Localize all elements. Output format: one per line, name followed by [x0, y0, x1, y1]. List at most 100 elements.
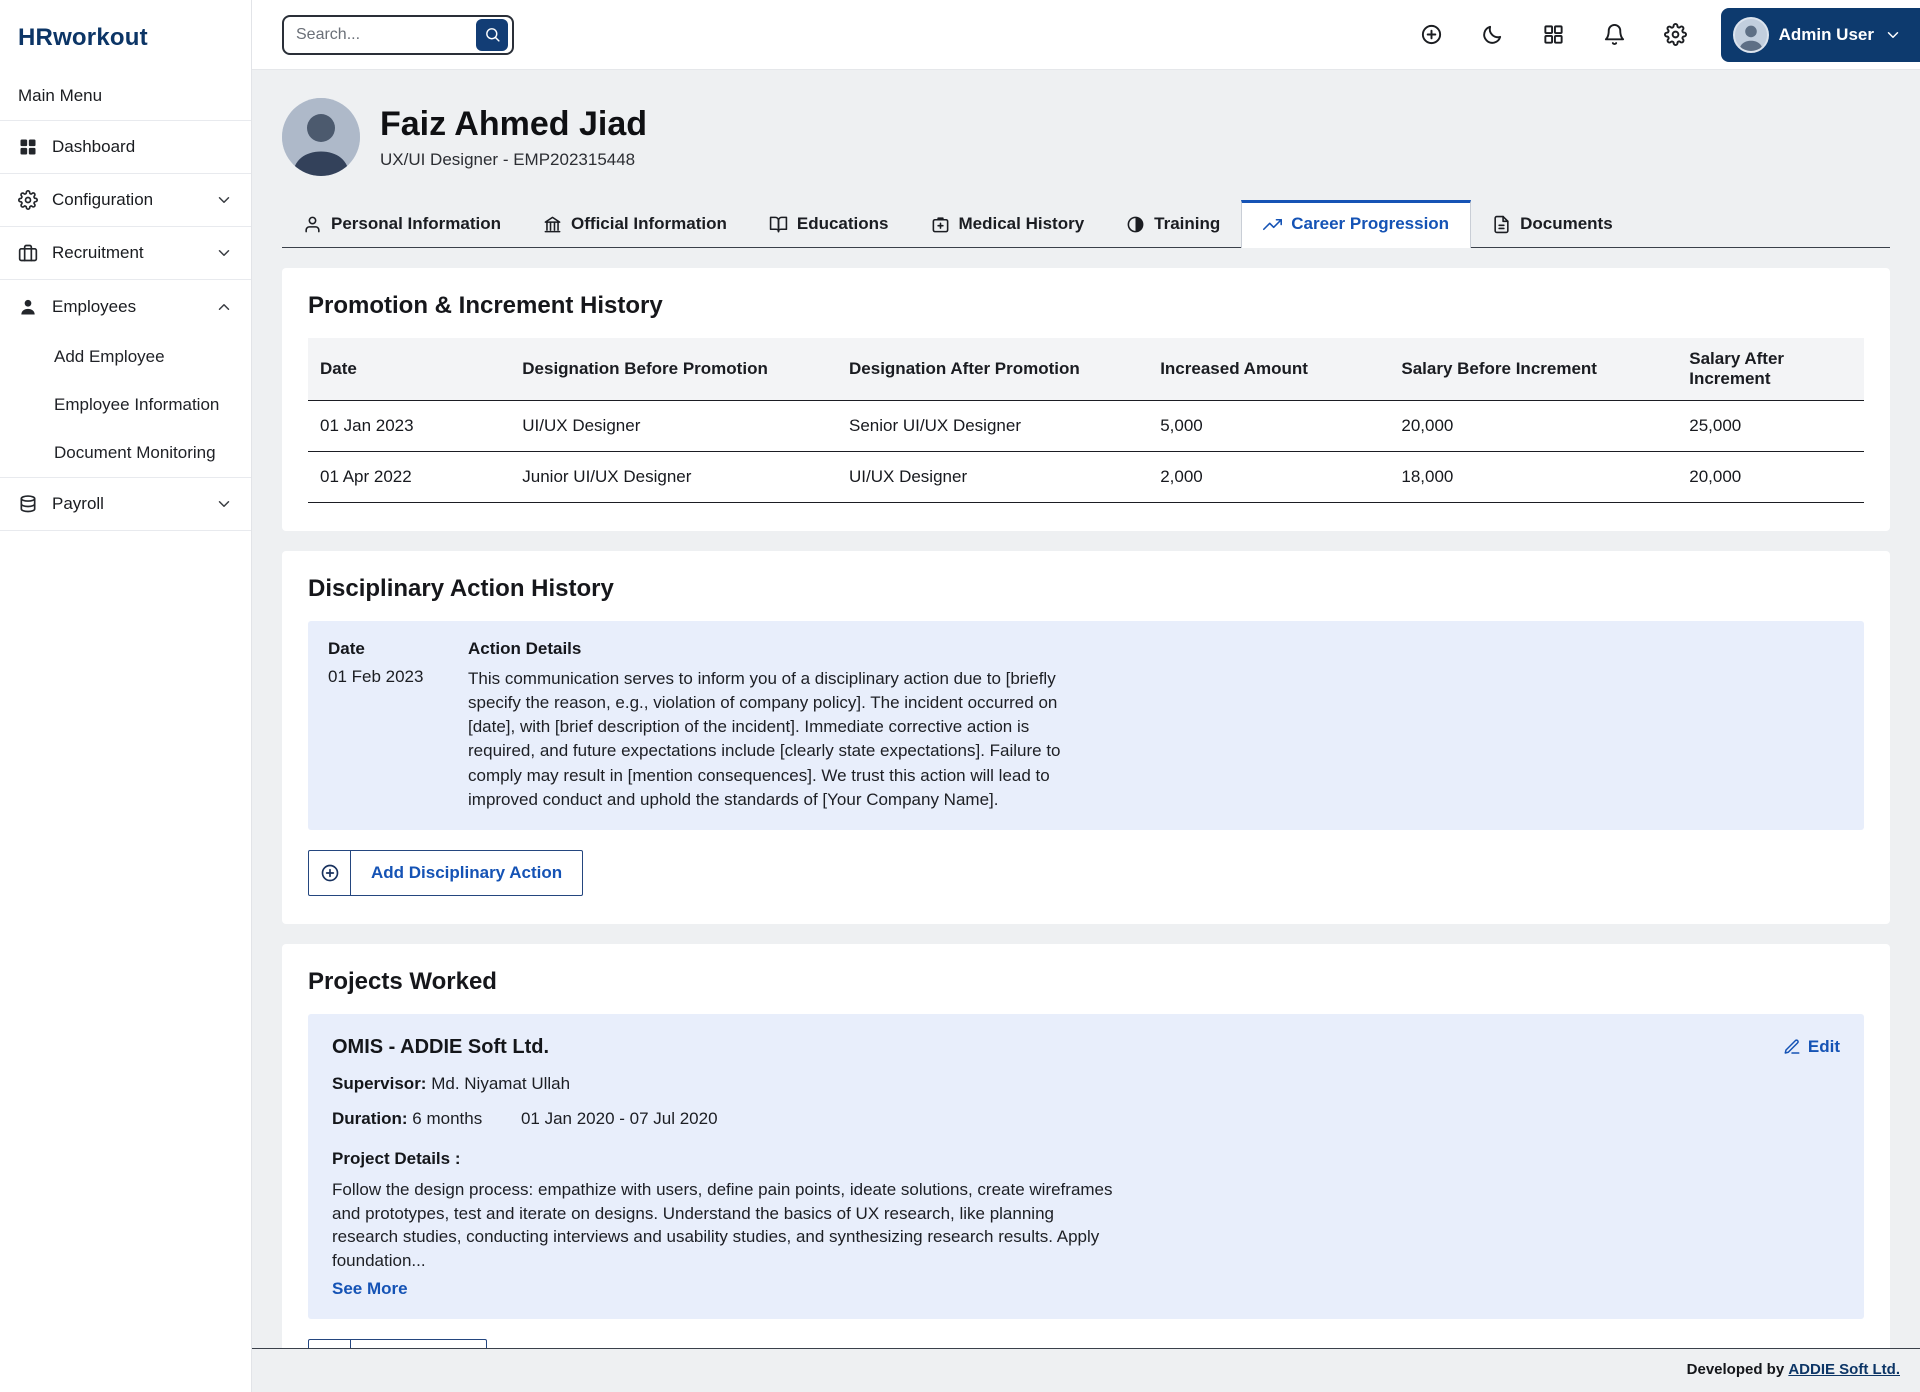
- gear-icon[interactable]: [1664, 23, 1687, 46]
- document-icon: [1492, 215, 1511, 234]
- tab-personal-information[interactable]: Personal Information: [282, 201, 522, 247]
- plus-circle-icon[interactable]: [1420, 23, 1443, 46]
- cell-salary-after: 20,000: [1677, 452, 1864, 503]
- section-title: Promotion & Increment History: [308, 292, 1864, 320]
- sidebar-item-label: Recruitment: [52, 243, 201, 263]
- profile-header: Faiz Ahmed Jiad UX/UI Designer - EMP2023…: [282, 98, 1890, 176]
- duration-label: Duration:: [332, 1109, 408, 1128]
- col-header: Date: [308, 338, 510, 401]
- table-header-row: Date Designation Before Promotion Design…: [308, 338, 1864, 401]
- supervisor-label: Supervisor:: [332, 1074, 426, 1093]
- topbar: Admin User: [252, 0, 1920, 70]
- tab-career-progression[interactable]: Career Progression: [1241, 200, 1471, 248]
- footer-link[interactable]: ADDIE Soft Ltd.: [1788, 1361, 1900, 1378]
- user-icon: [303, 215, 322, 234]
- admin-user-menu[interactable]: Admin User: [1721, 8, 1920, 62]
- sidebar-item-recruitment[interactable]: Recruitment: [0, 227, 251, 280]
- tab-label: Training: [1154, 214, 1220, 234]
- topbar-icons: [1420, 23, 1721, 46]
- tab-medical-history[interactable]: Medical History: [910, 201, 1106, 247]
- chevron-down-icon: [215, 495, 233, 513]
- disc-date-value: 01 Feb 2023: [328, 667, 468, 812]
- profile-tabs: Personal Information Official Informatio…: [282, 200, 1890, 248]
- tab-label: Career Progression: [1291, 214, 1449, 234]
- book-icon: [769, 215, 788, 234]
- medical-kit-icon: [931, 215, 950, 234]
- add-disciplinary-action-button[interactable]: Add Disciplinary Action: [308, 850, 583, 896]
- col-header: Salary Before Increment: [1389, 338, 1677, 401]
- main-column: Admin User Faiz Ahmed Jiad UX/UI Designe…: [252, 0, 1920, 1392]
- sidebar-section-label: Main Menu: [0, 72, 251, 121]
- search-input[interactable]: [296, 26, 476, 44]
- see-more-link[interactable]: See More: [332, 1279, 408, 1299]
- sidebar-item-payroll[interactable]: Payroll: [0, 478, 251, 531]
- pencil-icon: [1783, 1038, 1801, 1056]
- briefcase-icon: [18, 243, 38, 263]
- cell-salary-before: 18,000: [1389, 452, 1677, 503]
- sidebar-item-label: Configuration: [52, 190, 201, 210]
- content-area: Faiz Ahmed Jiad UX/UI Designer - EMP2023…: [252, 70, 1920, 1348]
- col-header: Increased Amount: [1148, 338, 1389, 401]
- project-details-label: Project Details :: [332, 1149, 1840, 1169]
- section-title: Projects Worked: [308, 968, 1864, 996]
- duration-range: 01 Jan 2020 - 07 Jul 2020: [521, 1109, 718, 1128]
- cell-salary-after: 25,000: [1677, 401, 1864, 452]
- bell-icon[interactable]: [1603, 23, 1626, 46]
- table-row: 01 Jan 2023 UI/UX Designer Senior UI/UX …: [308, 401, 1864, 452]
- sidebar-item-configuration[interactable]: Configuration: [0, 174, 251, 227]
- sidebar: HRworkout Main Menu Dashboard Configurat…: [0, 0, 252, 1392]
- trend-up-icon: [1263, 215, 1282, 234]
- button-label: Add Project: [351, 1340, 486, 1348]
- cell-designation-after: Senior UI/UX Designer: [837, 401, 1148, 452]
- sidebar-item-employees[interactable]: Employees: [0, 280, 251, 333]
- project-supervisor-line: Supervisor: Md. Niyamat Ullah: [332, 1074, 1840, 1094]
- promotion-history-card: Promotion & Increment History Date Desig…: [282, 268, 1890, 531]
- sidebar-item-dashboard[interactable]: Dashboard: [0, 121, 251, 174]
- building-icon: [543, 215, 562, 234]
- sidebar-item-label: Dashboard: [52, 137, 233, 157]
- cell-date: 01 Apr 2022: [308, 452, 510, 503]
- duration-value: 6 months: [412, 1109, 482, 1128]
- chevron-down-icon: [215, 191, 233, 209]
- projects-worked-card: Projects Worked OMIS - ADDIE Soft Ltd. E…: [282, 944, 1890, 1348]
- sidebar-subitem-add-employee[interactable]: Add Employee: [0, 333, 251, 381]
- grid-icon: [18, 137, 38, 157]
- tab-documents[interactable]: Documents: [1471, 201, 1634, 247]
- project-duration-line: Duration: 6 months 01 Jan 2020 - 07 Jul …: [332, 1109, 1840, 1129]
- cell-designation-after: UI/UX Designer: [837, 452, 1148, 503]
- table-row: 01 Apr 2022 Junior UI/UX Designer UI/UX …: [308, 452, 1864, 503]
- apps-grid-icon[interactable]: [1542, 23, 1565, 46]
- tab-educations[interactable]: Educations: [748, 201, 910, 247]
- cell-increased-amount: 2,000: [1148, 452, 1389, 503]
- sidebar-subitem-document-monitoring[interactable]: Document Monitoring: [0, 429, 251, 477]
- tab-official-information[interactable]: Official Information: [522, 201, 748, 247]
- cell-salary-before: 20,000: [1389, 401, 1677, 452]
- search-button[interactable]: [476, 19, 508, 51]
- add-project-button[interactable]: Add Project: [308, 1339, 487, 1348]
- tab-label: Personal Information: [331, 214, 501, 234]
- cell-designation-before: UI/UX Designer: [510, 401, 837, 452]
- project-name: OMIS - ADDIE Soft Ltd.: [332, 1036, 549, 1059]
- edit-project-button[interactable]: Edit: [1783, 1037, 1840, 1057]
- col-header: Designation After Promotion: [837, 338, 1148, 401]
- sidebar-item-label: Payroll: [52, 494, 201, 514]
- employee-designation: UX/UI Designer - EMP202315448: [380, 150, 647, 170]
- sidebar-group-employees: Employees Add Employee Employee Informat…: [0, 280, 251, 478]
- project-panel: OMIS - ADDIE Soft Ltd. Edit Supervisor: …: [308, 1014, 1864, 1319]
- tab-label: Educations: [797, 214, 889, 234]
- cell-designation-before: Junior UI/UX Designer: [510, 452, 837, 503]
- col-header: Salary After Increment: [1677, 338, 1864, 401]
- section-title: Disciplinary Action History: [308, 575, 1864, 603]
- plus-circle-icon: [309, 851, 351, 895]
- employee-name: Faiz Ahmed Jiad: [380, 105, 647, 144]
- cell-date: 01 Jan 2023: [308, 401, 510, 452]
- tab-label: Official Information: [571, 214, 727, 234]
- brand-logo[interactable]: HRworkout: [0, 0, 251, 72]
- moon-icon[interactable]: [1481, 23, 1504, 46]
- disc-details-text: This communication serves to inform you …: [468, 667, 1068, 812]
- tab-training[interactable]: Training: [1105, 201, 1241, 247]
- employee-photo: [282, 98, 360, 176]
- disciplinary-history-card: Disciplinary Action History Date Action …: [282, 551, 1890, 924]
- tab-label: Medical History: [959, 214, 1085, 234]
- sidebar-subitem-employee-information[interactable]: Employee Information: [0, 381, 251, 429]
